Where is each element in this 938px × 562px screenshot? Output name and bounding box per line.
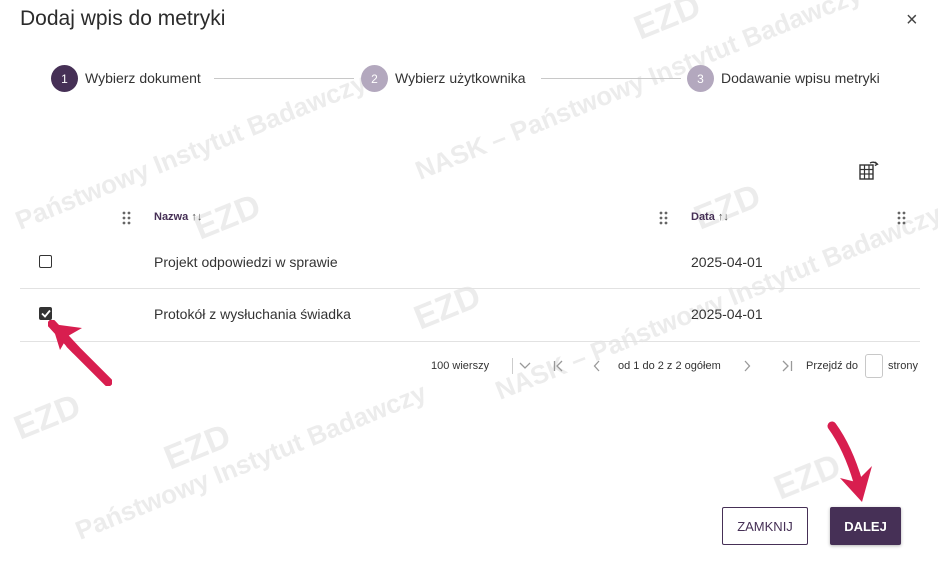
check-icon: [40, 309, 51, 318]
step-connector: [214, 78, 354, 79]
row-date: 2025-04-01: [691, 306, 763, 322]
goto-page-input[interactable]: [865, 354, 883, 378]
dialog-title: Dodaj wpis do metryki: [20, 7, 226, 30]
step-label-1: Wybierz dokument: [85, 70, 201, 86]
next-button[interactable]: DALEJ: [830, 507, 901, 545]
svg-text:EZD: EZD: [409, 277, 486, 338]
svg-text:Państwowy Instytut Badawczy: Państwowy Instytut Badawczy: [71, 377, 431, 546]
stepper-step-2[interactable]: 2: [361, 65, 388, 92]
sort-icon[interactable]: ↑↓: [191, 211, 202, 223]
first-page-icon[interactable]: [553, 360, 565, 372]
column-header-label: Data: [691, 211, 715, 223]
chevron-down-icon[interactable]: [519, 362, 531, 370]
step-number: 2: [361, 65, 388, 92]
svg-text:EZD: EZD: [9, 387, 86, 448]
row-checkbox-checked[interactable]: [39, 307, 52, 320]
svg-text:EZD: EZD: [629, 0, 706, 47]
row-name: Protokół z wysłuchania świadka: [154, 306, 351, 322]
column-header-label: Nazwa: [154, 211, 189, 223]
step-label-2: Wybierz użytkownika: [395, 70, 526, 86]
rows-per-page-value: 100 wierszy: [431, 360, 490, 372]
column-header-name[interactable]: Nazwa ↑↓: [154, 211, 202, 223]
row-divider: [20, 288, 920, 289]
step-number: 3: [687, 65, 714, 92]
stepper-step-1[interactable]: 1: [51, 65, 78, 92]
sort-icon[interactable]: ↑↓: [718, 211, 729, 223]
pagination-range: od 1 do 2 z 2 ogółem: [618, 360, 721, 372]
row-name: Projekt odpowiedzi w sprawie: [154, 254, 338, 270]
next-page-icon[interactable]: [743, 360, 751, 372]
column-header-date[interactable]: Data ↑↓: [691, 211, 729, 223]
last-page-icon[interactable]: [781, 360, 793, 372]
svg-text:EZD: EZD: [689, 177, 766, 238]
annotation-arrow-icon: [827, 421, 872, 502]
previous-page-icon[interactable]: [593, 360, 601, 372]
row-date: 2025-04-01: [691, 254, 763, 270]
step-label-3: Dodawanie wpisu metryki: [721, 70, 880, 86]
svg-text:EZD: EZD: [159, 417, 236, 478]
close-button[interactable]: ZAMKNIJ: [722, 507, 808, 545]
stepper-step-3[interactable]: 3: [687, 65, 714, 92]
annotation-arrow-icon: [48, 320, 112, 386]
step-number: 1: [51, 65, 78, 92]
svg-text:NASK – Państwowy Instytut Bada: NASK – Państwowy Instytut Badawczy: [411, 0, 866, 186]
drag-handle-icon[interactable]: [122, 211, 132, 225]
divider: [512, 358, 513, 374]
close-icon[interactable]: ×: [906, 8, 918, 32]
drag-handle-icon[interactable]: [659, 211, 669, 225]
drag-handle-icon[interactable]: [897, 211, 907, 225]
row-divider: [20, 341, 920, 342]
spreadsheet-export-icon[interactable]: [858, 160, 880, 182]
pages-suffix-label: strony: [888, 360, 918, 372]
goto-page-label: Przejdź do: [806, 360, 858, 372]
step-connector: [541, 78, 681, 79]
row-checkbox[interactable]: [39, 255, 52, 268]
